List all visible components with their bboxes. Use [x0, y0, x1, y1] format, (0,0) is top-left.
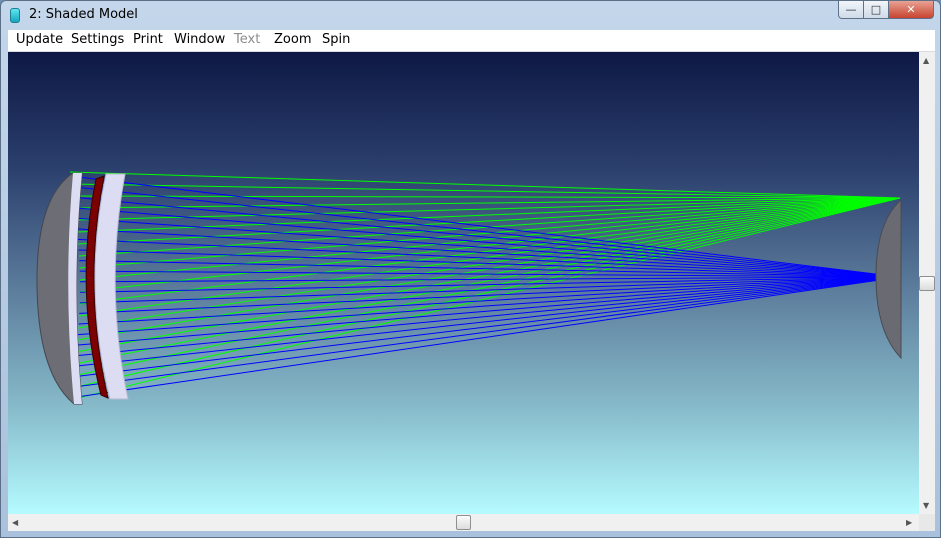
corrector-lens [36, 172, 83, 405]
secondary-mirror [875, 198, 902, 360]
scrollbar-corner [919, 514, 935, 531]
green-ray-11 [79, 197, 901, 305]
menu-bar: Update Settings Print Window Text Zoom S… [8, 30, 935, 52]
vertical-scroll-thumb[interactable] [919, 276, 935, 291]
close-button[interactable]: ✕ [889, 1, 934, 19]
maximize-icon: □ [870, 3, 882, 16]
right-arrow-icon[interactable]: ▶ [906, 518, 912, 527]
up-arrow-icon[interactable]: ▲ [923, 56, 929, 65]
title-bar[interactable]: 2: Shaded Model — □ ✕ [1, 1, 940, 29]
shaded-model-viewport[interactable] [8, 52, 919, 514]
blue-ray-19 [72, 276, 901, 378]
blue-ray-5 [76, 228, 901, 278]
optical-model-render [36, 171, 902, 405]
horizontal-scrollbar[interactable]: ◀ ▶ [8, 514, 919, 531]
blue-ray-16 [76, 276, 901, 346]
window-controls: — □ ✕ [838, 1, 934, 21]
menu-print[interactable]: Print [133, 32, 163, 47]
menu-text: Text [234, 32, 261, 47]
app-icon[interactable] [10, 8, 20, 23]
minimize-button[interactable]: — [838, 1, 864, 19]
horizontal-scroll-thumb[interactable] [456, 515, 471, 530]
window-title: 2: Shaded Model [29, 7, 138, 22]
blue-ray-3 [74, 207, 901, 278]
maximize-button[interactable]: □ [864, 1, 889, 19]
vertical-scrollbar[interactable]: ▲ ▼ [919, 52, 935, 514]
left-arrow-icon[interactable]: ◀ [12, 518, 18, 527]
menu-spin[interactable]: Spin [322, 32, 350, 47]
menu-zoom[interactable]: Zoom [274, 32, 311, 47]
minimize-icon: — [845, 3, 857, 16]
menu-window[interactable]: Window [174, 32, 225, 47]
close-icon: ✕ [906, 3, 916, 16]
menu-settings[interactable]: Settings [71, 32, 124, 47]
green-ray-0 [69, 171, 901, 199]
blue-ray-15 [77, 276, 901, 336]
green-ray-9 [79, 197, 901, 281]
down-arrow-icon[interactable]: ▼ [923, 501, 929, 510]
blue-ray-20 [71, 276, 901, 388]
menu-update[interactable]: Update [16, 32, 63, 47]
application-window: 2: Shaded Model — □ ✕ Update Settings Pr… [0, 0, 941, 538]
blue-ray-14 [78, 276, 901, 325]
